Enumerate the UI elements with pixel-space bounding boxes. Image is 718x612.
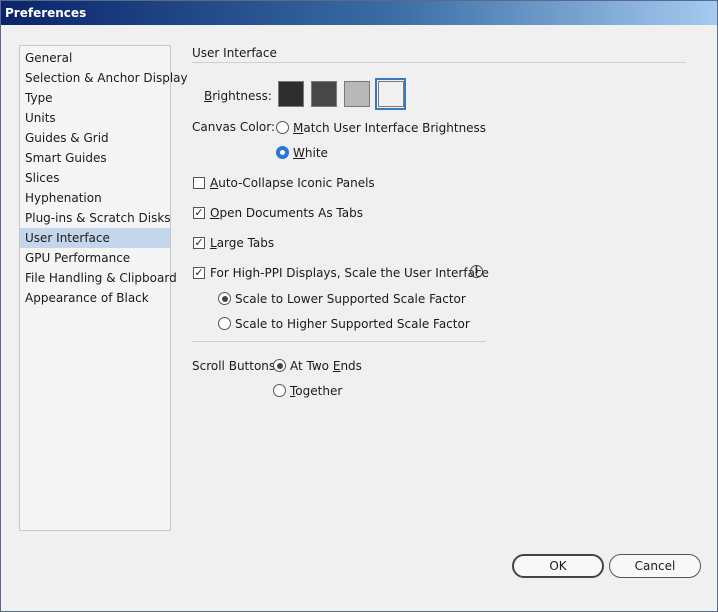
sidebar-item-user-interface[interactable]: User Interface (20, 228, 170, 248)
auto-collapse-checkbox[interactable] (193, 177, 205, 189)
brightness-label: Brightness: (204, 89, 272, 103)
window-title: Preferences (1, 1, 717, 25)
category-list[interactable]: General Selection & Anchor Display Type … (19, 45, 188, 531)
sidebar-item-smart-guides[interactable]: Smart Guides (20, 148, 170, 168)
info-icon[interactable]: i (470, 265, 483, 278)
canvas-color-label: Canvas Color: (192, 120, 276, 134)
checkmark-icon: ✓ (194, 206, 204, 219)
canvas-color-white-radio[interactable] (276, 146, 289, 159)
sidebar-item-plugins-scratch-disks[interactable]: Plug-ins & Scratch Disks (20, 208, 171, 228)
sidebar-item-appearance-of-black[interactable]: Appearance of Black (20, 288, 170, 308)
preferences-window: Preferences General Selection & Anchor D… (0, 0, 718, 612)
sidebar-item-gpu-performance[interactable]: GPU Performance (20, 248, 170, 268)
brightness-swatch-medium-dark[interactable] (311, 81, 337, 107)
scroll-two-ends-label[interactable]: At Two Ends (290, 359, 362, 373)
scale-lower-label[interactable]: Scale to Lower Supported Scale Factor (235, 292, 466, 306)
scale-higher-radio[interactable] (218, 317, 231, 330)
scroll-two-ends-radio[interactable] (273, 359, 286, 372)
section-title: User Interface (192, 46, 277, 60)
cancel-button[interactable]: Cancel (609, 554, 701, 578)
high-ppi-checkbox[interactable]: ✓ (193, 267, 205, 279)
canvas-color-match-radio[interactable] (276, 121, 289, 134)
open-as-tabs-checkbox[interactable]: ✓ (193, 207, 205, 219)
brightness-swatch-light[interactable] (378, 81, 404, 107)
scroll-together-label[interactable]: Together (290, 384, 342, 398)
canvas-color-white-label[interactable]: White (293, 146, 328, 160)
large-tabs-label[interactable]: Large Tabs (210, 236, 274, 250)
sidebar-item-general[interactable]: General (20, 48, 170, 68)
ok-button[interactable]: OK (512, 554, 604, 578)
scroll-together-radio[interactable] (273, 384, 286, 397)
section-divider (192, 62, 686, 63)
sidebar-item-slices[interactable]: Slices (20, 168, 170, 188)
sidebar-item-units[interactable]: Units (20, 108, 170, 128)
sidebar-item-hyphenation[interactable]: Hyphenation (20, 188, 170, 208)
sidebar-item-guides-grid[interactable]: Guides & Grid (20, 128, 170, 148)
high-ppi-label[interactable]: For High-PPI Displays, Scale the User In… (210, 266, 489, 280)
scroll-divider (192, 341, 486, 342)
open-as-tabs-label[interactable]: Open Documents As Tabs (210, 206, 363, 220)
canvas-color-match-label[interactable]: Match User Interface Brightness (293, 121, 486, 135)
auto-collapse-label[interactable]: Auto-Collapse Iconic Panels (210, 176, 375, 190)
sidebar-item-selection-anchor-display[interactable]: Selection & Anchor Display (20, 68, 188, 88)
checkmark-icon: ✓ (194, 236, 204, 249)
large-tabs-checkbox[interactable]: ✓ (193, 237, 205, 249)
scroll-buttons-label: Scroll Buttons: (192, 359, 280, 373)
sidebar-item-type[interactable]: Type (20, 88, 170, 108)
scale-higher-label[interactable]: Scale to Higher Supported Scale Factor (235, 317, 470, 331)
scale-lower-radio[interactable] (218, 292, 231, 305)
brightness-swatch-dark[interactable] (278, 81, 304, 107)
brightness-swatch-medium-light[interactable] (344, 81, 370, 107)
sidebar-item-file-handling-clipboard[interactable]: File Handling & Clipboard (20, 268, 177, 288)
checkmark-icon: ✓ (194, 266, 204, 279)
